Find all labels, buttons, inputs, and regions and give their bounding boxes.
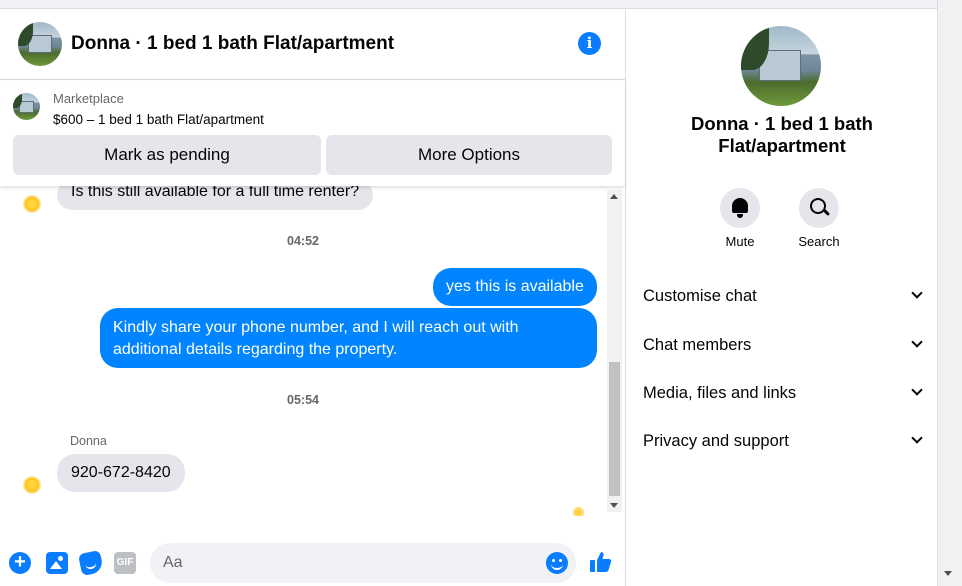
seen-indicator-icon (573, 507, 584, 516)
sender-avatar[interactable] (22, 475, 42, 495)
chat-title[interactable]: Donna · 1 bed 1 bath Flat/apartment (71, 33, 394, 55)
scrollbar-thumb[interactable] (609, 362, 620, 496)
message-bubble-outgoing[interactable]: Kindly share your phone number, and I wi… (100, 308, 597, 368)
emoji-icon[interactable] (546, 552, 568, 574)
photo-icon[interactable] (46, 552, 68, 574)
scroll-up-arrow-icon[interactable] (610, 194, 618, 199)
section-label: Customise chat (643, 287, 757, 305)
chevron-down-icon[interactable] (911, 384, 923, 396)
messenger-window: Donna · 1 bed 1 bath Flat/apartment i Ma… (0, 0, 962, 586)
message-bubble-incoming[interactable]: Is this still available for a full time … (57, 186, 374, 210)
chat-header: Donna · 1 bed 1 bath Flat/apartment i (0, 10, 625, 80)
conversation-name-line2: Flat/apartment (718, 135, 846, 156)
section-media-files-links[interactable]: Media, files and links (643, 378, 923, 408)
search-button[interactable]: Search (789, 188, 849, 249)
thumbs-up-icon[interactable] (589, 550, 613, 574)
message-bubble-incoming[interactable]: 920-672-8420 (57, 454, 185, 492)
section-customise-chat[interactable]: Customise chat (643, 281, 923, 311)
message-bubble-outgoing[interactable]: yes this is available (433, 268, 597, 306)
mute-label: Mute (725, 234, 755, 249)
marketplace-banner: Marketplace $600 – 1 bed 1 bath Flat/apa… (0, 81, 625, 186)
message-timestamp: 04:52 (287, 234, 319, 248)
message-composer: + GIF Aa (0, 526, 625, 586)
section-label: Chat members (643, 336, 752, 354)
chevron-down-icon[interactable] (911, 336, 923, 348)
conversation-info-panel: Donna · 1 bed 1 bath Flat/apartment Mute… (627, 10, 937, 586)
chevron-down-icon[interactable] (911, 432, 923, 444)
listing-price-title[interactable]: $600 – 1 bed 1 bath Flat/apartment (53, 112, 264, 127)
more-options-button[interactable]: More Options (326, 135, 612, 175)
sticker-icon[interactable] (77, 549, 105, 577)
message-input[interactable]: Aa (150, 543, 576, 583)
section-privacy-support[interactable]: Privacy and support (643, 426, 923, 456)
plus-icon[interactable]: + (9, 552, 31, 574)
mute-button[interactable]: Mute (710, 188, 770, 249)
top-edge (0, 0, 937, 9)
marketplace-label: Marketplace (53, 91, 124, 106)
chevron-down-icon[interactable] (911, 287, 923, 299)
section-label: Privacy and support (643, 432, 789, 450)
conversation-name-line1: Donna · 1 bed 1 bath (691, 113, 873, 134)
page-scroll-down-arrow-icon[interactable] (944, 571, 952, 576)
bell-icon[interactable] (720, 188, 760, 228)
profile-avatar[interactable] (741, 26, 821, 106)
message-scrollbar[interactable] (607, 190, 622, 512)
sender-name: Donna (70, 434, 107, 448)
listing-thumbnail[interactable] (13, 93, 40, 120)
listing-avatar[interactable] (18, 22, 62, 66)
gif-icon[interactable]: GIF (114, 552, 136, 574)
conversation-name: Donna · 1 bed 1 bath Flat/apartment (627, 113, 937, 157)
scroll-down-arrow-icon[interactable] (610, 503, 618, 508)
message-timestamp: 05:54 (287, 393, 319, 407)
search-label: Search (798, 234, 840, 249)
message-input-placeholder: Aa (163, 554, 183, 571)
info-icon[interactable]: i (578, 32, 601, 55)
mark-as-pending-button[interactable]: Mark as pending (13, 135, 321, 175)
page-scrollbar[interactable] (937, 0, 962, 586)
search-icon[interactable] (799, 188, 839, 228)
section-chat-members[interactable]: Chat members (643, 330, 923, 360)
sender-avatar[interactable] (22, 194, 42, 214)
chat-panel: Donna · 1 bed 1 bath Flat/apartment i Ma… (0, 10, 626, 586)
section-label: Media, files and links (643, 384, 797, 402)
message-list: Is this still available for a full time … (0, 186, 622, 516)
